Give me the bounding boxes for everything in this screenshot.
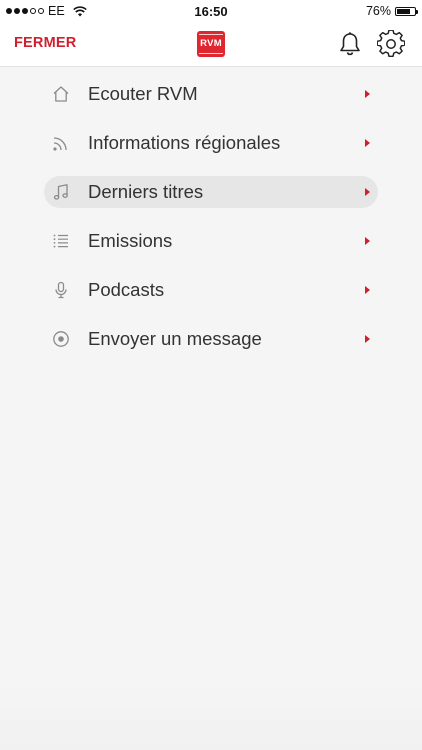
microphone-icon [55,281,67,299]
chevron-right-icon [365,90,370,98]
chevron-right-icon [365,139,370,147]
list-icon [53,234,68,248]
chevron-right-icon [365,188,370,196]
menu-item-label: Ecouter RVM [88,83,198,104]
menu-item-label: Envoyer un message [88,328,262,349]
status-right: 76% [365,4,418,18]
gear-icon[interactable] [377,30,405,58]
status-bar: EE 16:50 76% [0,0,422,22]
battery-percent: 76% [365,4,391,18]
menu-item-informations-regionales[interactable]: Informations régionales [44,127,378,159]
home-icon [53,86,69,102]
menu-item-label: Emissions [88,230,173,251]
menu-item-label: Informations régionales [88,132,281,153]
battery-fill [397,8,410,14]
menu-item-ecouter-rvm[interactable]: Ecouter RVM [44,78,378,110]
record-icon [53,331,69,347]
menu-item-podcasts[interactable]: Podcasts [44,274,378,306]
main-menu: Ecouter RVM Informations régionales Dern… [44,78,378,372]
chevron-right-icon [365,335,370,343]
battery-icon [395,6,418,16]
music-note-icon [53,184,68,200]
bell-icon[interactable] [337,31,363,57]
chevron-right-icon [365,237,370,245]
status-time: 16:50 [194,4,228,19]
close-button[interactable]: FERMER [14,35,76,51]
menu-item-derniers-titres[interactable]: Derniers titres [44,176,378,208]
rvm-logo: RVM [197,31,225,57]
chevron-right-icon [365,286,370,294]
menu-item-emissions[interactable]: Emissions [44,225,378,257]
rss-icon [53,137,67,151]
menu-item-envoyer-un-message[interactable]: Envoyer un message [44,323,378,355]
menu-item-label: Podcasts [88,279,165,300]
menu-item-label: Derniers titres [88,181,204,202]
bottom-fade [0,680,422,750]
nav-bar: FERMER RVM [0,22,422,67]
